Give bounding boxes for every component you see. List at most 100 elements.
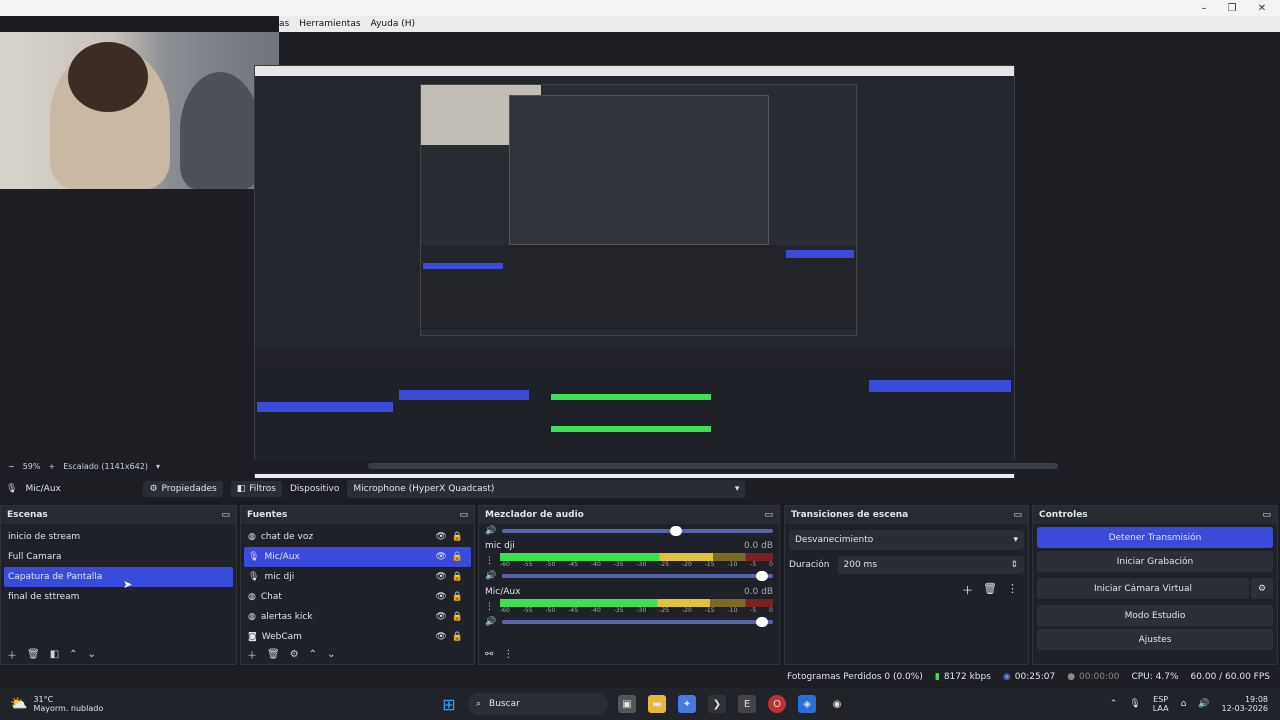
properties-button[interactable]: ⚙ Propiedades — [143, 481, 223, 497]
volume-knob[interactable] — [755, 617, 768, 627]
obs-icon[interactable]: ◉ — [828, 695, 846, 713]
eye-icon[interactable]: 👁 — [435, 612, 446, 622]
link-icon[interactable]: ⚯ — [485, 649, 493, 660]
audio-level-meter — [500, 553, 773, 561]
copilot-icon[interactable]: ✦ — [678, 695, 696, 713]
zoom-out-button[interactable]: − — [8, 462, 15, 471]
speaker-icon[interactable]: 🔊 — [485, 571, 496, 581]
dock-float-icon[interactable]: ▭ — [764, 510, 773, 520]
dock-float-icon[interactable]: ▭ — [1013, 510, 1022, 520]
file-explorer-icon[interactable]: ▬ — [648, 695, 666, 713]
move-up-button[interactable]: ⌃ — [309, 649, 317, 660]
gear-icon[interactable]: ⚙ — [1251, 578, 1273, 599]
add-scene-button[interactable]: ＋ — [7, 647, 17, 662]
eye-icon[interactable]: 👁 — [435, 532, 446, 542]
scene-item[interactable]: final de sttream — [4, 587, 233, 607]
horizontal-scrollbar[interactable] — [368, 463, 1058, 469]
terminal-icon[interactable]: ❯ — [708, 695, 726, 713]
add-source-button[interactable]: ＋ — [247, 647, 257, 662]
chevron-down-icon[interactable]: ▾ — [156, 462, 160, 471]
move-down-button[interactable]: ⌄ — [88, 649, 96, 660]
taskbar-search[interactable]: ⌕ Buscar — [468, 693, 608, 715]
start-recording-button[interactable]: Iniciar Grabación — [1037, 551, 1273, 572]
volume-knob[interactable] — [755, 571, 768, 581]
source-item[interactable]: 🎙 mic dji 👁 🔒 — [244, 567, 471, 587]
dock-float-icon[interactable]: ▭ — [1262, 510, 1271, 520]
zoom-in-button[interactable]: + — [48, 462, 55, 471]
channel-volume-slider[interactable] — [502, 571, 773, 581]
weather-widget[interactable]: ⛅ 31°C Mayorm. nublado — [0, 695, 200, 713]
lock-icon[interactable]: 🔒 — [452, 552, 463, 562]
duration-spinbox[interactable]: 200 ms ⇕ — [837, 556, 1024, 574]
eye-icon[interactable]: 👁 — [435, 592, 446, 602]
app-icon[interactable]: ◈ — [798, 695, 816, 713]
settings-button[interactable]: Ajustes — [1037, 629, 1273, 650]
windows-start-icon[interactable]: ⊞ — [440, 695, 458, 714]
more-options-icon[interactable]: ⋮ — [485, 602, 494, 612]
lock-icon[interactable]: 🔒 — [452, 532, 463, 542]
chevron-up-icon[interactable]: ⌃ — [1110, 699, 1118, 709]
speaker-icon[interactable]: 🔊 — [485, 617, 496, 627]
close-button[interactable]: ✕ — [1250, 0, 1274, 16]
gear-icon[interactable]: ⚙ — [290, 649, 299, 660]
filter-icon: ◧ — [236, 484, 246, 494]
maximize-button[interactable]: ❐ — [1220, 0, 1244, 16]
search-placeholder: Buscar — [489, 699, 520, 709]
master-volume-knob[interactable] — [670, 526, 683, 536]
language-indicator[interactable]: ESP LAA — [1153, 695, 1169, 713]
transitions-dock: Transiciones de escena ▭ Desvanecimiento ▾… — [784, 505, 1029, 665]
trash-icon[interactable]: 🗑 — [267, 649, 280, 660]
filter-icon[interactable]: ◧ — [50, 649, 59, 660]
source-item[interactable]: ◍ alertas kick 👁 🔒 — [244, 607, 471, 627]
eye-icon[interactable]: 👁 — [435, 632, 446, 642]
network-icon[interactable]: ⌂ — [1181, 699, 1187, 709]
scene-item[interactable]: Full Camara — [4, 547, 233, 567]
transition-select[interactable]: Desvanecimiento ▾ — [789, 530, 1024, 550]
clock[interactable]: 19:08 12-03-2026 — [1222, 695, 1269, 713]
volume-icon[interactable]: 🔊 — [1198, 699, 1209, 709]
dock-float-icon[interactable]: ▭ — [221, 510, 230, 520]
nested-stop-button — [786, 250, 854, 258]
device-label: Dispositivo — [289, 484, 340, 494]
sources-title: Fuentes — [247, 510, 288, 520]
source-item[interactable]: ◍ Chat 👁 🔒 — [244, 587, 471, 607]
lock-icon[interactable]: 🔒 — [452, 612, 463, 622]
epic-games-icon[interactable]: E — [738, 695, 756, 713]
task-view-icon[interactable]: ▣ — [618, 695, 636, 713]
source-item[interactable]: 🎙 Mic/Aux 👁 🔒 — [244, 547, 471, 567]
scene-item[interactable]: inicio de stream — [4, 527, 233, 547]
channel-volume-slider[interactable] — [502, 617, 773, 627]
opera-icon[interactable]: O — [768, 695, 786, 713]
lock-icon[interactable]: 🔒 — [452, 632, 463, 642]
lock-icon[interactable]: 🔒 — [452, 592, 463, 602]
lock-icon[interactable]: 🔒 — [452, 572, 463, 582]
more-options-icon[interactable]: ⋮ — [503, 649, 513, 660]
device-select[interactable]: Microphone (HyperX Quadcast) ▾ — [347, 480, 746, 498]
menu-item-herramientas[interactable]: Herramientas — [299, 19, 360, 29]
source-item[interactable]: ◍ chat de voz 👁 🔒 — [244, 527, 471, 547]
start-virtual-camera-button[interactable]: Iniciar Cámara Virtual — [1037, 578, 1249, 599]
scene-label: Capatura de Pantalla — [8, 572, 103, 582]
move-up-button[interactable]: ⌃ — [69, 649, 77, 660]
dock-float-icon[interactable]: ▭ — [459, 510, 468, 520]
studio-mode-button[interactable]: Modo Estudio — [1037, 605, 1273, 626]
trash-icon[interactable]: 🗑 — [983, 582, 997, 598]
meter-tick-label: -40 — [591, 561, 601, 568]
scene-item[interactable]: Capatura de Pantalla — [4, 567, 233, 587]
stop-stream-button[interactable]: Detener Transmisión — [1037, 527, 1273, 548]
microphone-icon[interactable]: 🎙 — [1129, 699, 1140, 709]
preview-canvas[interactable] — [0, 32, 1280, 492]
trash-icon[interactable]: 🗑 — [27, 649, 40, 660]
minimize-button[interactable]: – — [1192, 0, 1216, 16]
master-volume-slider[interactable] — [502, 526, 773, 536]
eye-icon[interactable]: 👁 — [435, 552, 446, 562]
more-options-icon[interactable]: ⋮ — [485, 556, 494, 566]
more-options-icon[interactable]: ⋮ — [1007, 582, 1018, 598]
eye-icon[interactable]: 👁 — [435, 572, 446, 582]
menu-item-ventanas[interactable]: as — [279, 19, 289, 29]
filters-button[interactable]: ◧ Filtros — [230, 481, 282, 497]
add-transition-button[interactable]: ＋ — [962, 582, 973, 598]
menu-item-ayuda[interactable]: Ayuda (H) — [371, 19, 415, 29]
move-down-button[interactable]: ⌄ — [327, 649, 335, 660]
speaker-icon[interactable]: 🔊 — [485, 526, 496, 536]
